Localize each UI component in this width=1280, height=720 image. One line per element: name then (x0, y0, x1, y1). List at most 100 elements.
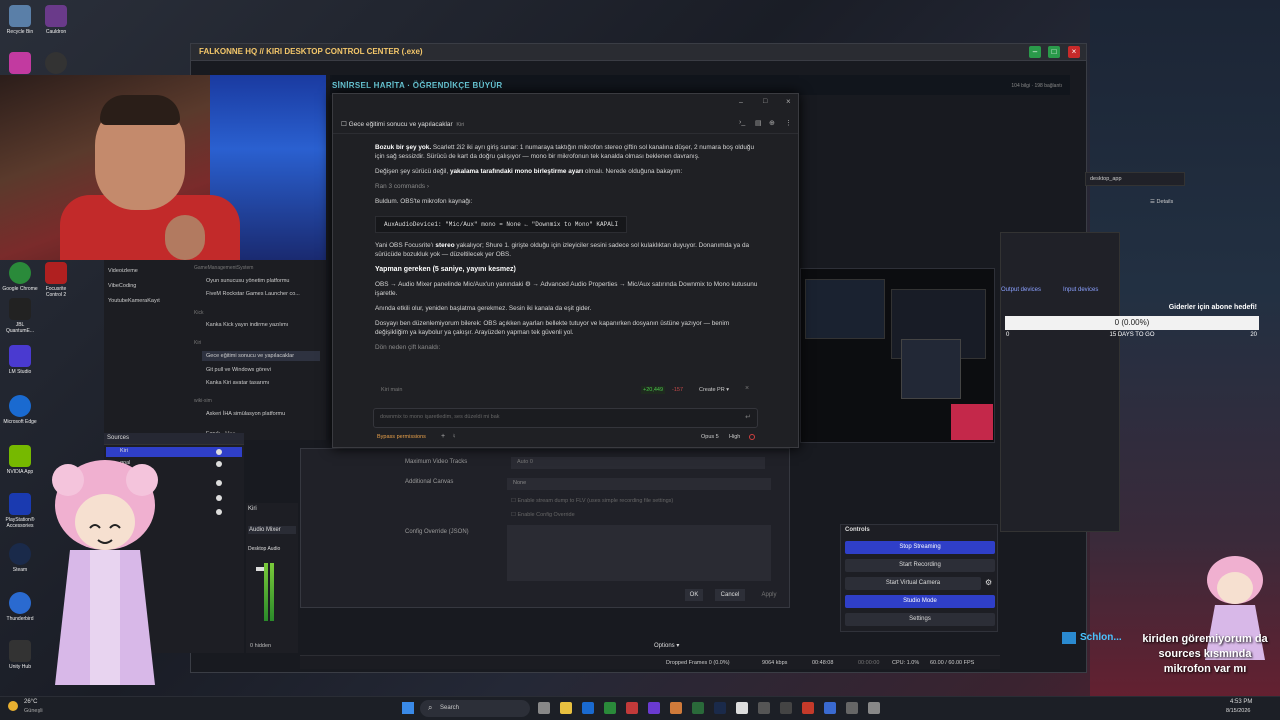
globe-icon[interactable]: ⊕ (769, 119, 775, 127)
visibility-eye-icon[interactable] (216, 461, 222, 467)
desktop-icon-unity[interactable]: Unity Hub (2, 640, 38, 670)
start-recording-button[interactable]: Start Recording (845, 559, 995, 572)
virtual-camera-gear-icon[interactable]: ⚙ (985, 578, 992, 587)
chat-input[interactable]: downmix to mono işaretledim, ses düzeldi… (373, 408, 758, 428)
thread-iha[interactable]: Askeri İHA simülasyon platformu (206, 411, 285, 417)
additional-canvas-select[interactable]: None (507, 478, 771, 490)
thread-kick-indirme[interactable]: Kanka Kick yayın indirme yazılımı (206, 322, 288, 328)
steam-taskbar-icon[interactable] (714, 702, 726, 714)
app-taskbar-icon[interactable] (868, 702, 880, 714)
desktop-icon-obs[interactable] (38, 52, 74, 76)
app-taskbar-icon[interactable] (736, 702, 748, 714)
chrome-taskbar-icon[interactable] (604, 702, 616, 714)
mic-icon[interactable]: ♮ (453, 433, 455, 440)
apply-button[interactable]: Apply (755, 589, 783, 601)
task-view-icon[interactable] (538, 702, 550, 714)
record-icon[interactable] (749, 434, 755, 440)
model-select[interactable]: Opus 5 (701, 434, 719, 440)
visibility-eye-icon[interactable] (216, 480, 222, 486)
minimize-button[interactable]: – (1029, 46, 1041, 58)
desktop-icon-edge[interactable]: Microsoft Edge (2, 395, 38, 425)
settings-button[interactable]: Settings (845, 613, 995, 626)
maximize-button[interactable]: □ (1048, 46, 1060, 58)
tab-output-devices[interactable]: Output devices (1001, 287, 1041, 293)
close-icon[interactable]: × (786, 97, 791, 106)
weather-icon[interactable] (8, 701, 18, 711)
create-pr-button[interactable]: Create PR ▾ (697, 386, 731, 394)
more-icon[interactable]: ⋮ (785, 119, 792, 127)
tab-input-devices[interactable]: Input devices (1063, 287, 1098, 293)
desktop-icon-cauldron[interactable]: Cauldron (38, 5, 74, 35)
visibility-eye-icon[interactable] (216, 449, 222, 455)
start-virtual-camera-button[interactable]: Start Virtual Camera (845, 577, 981, 590)
terminal-icon[interactable]: ›_ (739, 119, 745, 126)
desktop-icon-steam[interactable]: Steam (2, 543, 38, 573)
app-taskbar-icon[interactable] (758, 702, 770, 714)
volume-slider[interactable] (256, 567, 264, 571)
desktop-icon-jbl[interactable]: JBL QuantumE... (2, 298, 38, 334)
config-override-textarea[interactable] (507, 525, 771, 581)
app-taskbar-icon[interactable] (626, 702, 638, 714)
thread-kiri-avatar[interactable]: Kanka Kiri avatar tasarımı (206, 380, 269, 386)
studio-mode-button[interactable]: Studio Mode (845, 595, 995, 608)
app-taskbar-icon[interactable] (802, 702, 814, 714)
taskbar-search[interactable]: ⌕ Search (420, 700, 530, 717)
thread-gece-egitimi[interactable]: Gece eğitimi sonucu ve yapılacaklar (202, 351, 320, 361)
desktop-icon-lmstudio[interactable]: LM Studio (2, 345, 38, 375)
ran-commands-toggle[interactable]: Ran 3 commands › (375, 182, 758, 191)
bypass-permissions[interactable]: Bypass permissions (377, 434, 426, 440)
desktop-icon-thunderbird[interactable]: Thunderbird (2, 592, 38, 622)
obs-taskbar-icon[interactable] (780, 702, 792, 714)
audio-search-input[interactable]: desktop_app (1085, 172, 1185, 186)
app-taskbar-icon[interactable] (846, 702, 858, 714)
ok-button[interactable]: OK (685, 589, 703, 601)
desktop-icon-app[interactable] (2, 52, 38, 76)
checkbox-config-override[interactable]: ☐ Enable Config Override (511, 512, 575, 518)
details-button[interactable]: ☰ Details (1150, 199, 1173, 205)
stop-streaming-button[interactable]: Stop Streaming (845, 541, 995, 554)
clock-date[interactable]: 8/15/2026 (1226, 708, 1250, 714)
cancel-button[interactable]: Cancel (715, 589, 745, 601)
claude-taskbar-icon[interactable] (670, 702, 682, 714)
group-wiki-sim[interactable]: wiki-sim (194, 398, 212, 404)
clock-time[interactable]: 4:53 PM (1230, 699, 1252, 705)
thread-fivem[interactable]: FiveM Rockstar Games Launcher co... (206, 291, 300, 297)
app-taskbar-icon[interactable] (824, 702, 836, 714)
desktop-icon-recycle-bin[interactable]: Recycle Bin (2, 5, 38, 35)
obs-controls-panel: Controls Stop Streaming Start Recording … (840, 524, 998, 632)
collapsed-section[interactable]: Dön neden çift kanaldı: (375, 343, 758, 352)
visibility-eye-icon[interactable] (216, 509, 222, 515)
thread-oyun-sunucusu[interactable]: Oyun sunucusu yönetim platformu (206, 278, 289, 284)
checkbox-stream-dump[interactable]: ☐ Enable stream dump to FLV (uses simple… (511, 498, 673, 504)
maximize-icon[interactable]: □ (763, 98, 767, 105)
app-taskbar-icon[interactable] (692, 702, 704, 714)
visibility-eye-icon[interactable] (216, 495, 222, 501)
group-kick[interactable]: Kick (194, 310, 203, 316)
mixer-device[interactable]: Desktop Audio (248, 546, 280, 552)
video-tracks-field[interactable]: Auto 0 (511, 457, 765, 469)
minimize-icon[interactable]: – (739, 99, 743, 106)
desktop-icon-playstation[interactable]: PlayStation® Accessories (2, 493, 38, 529)
sidebar-item-videoizleme[interactable]: Videoizleme (108, 268, 138, 274)
panel-icon[interactable]: ▤ (755, 119, 762, 127)
close-branch-icon[interactable]: × (745, 385, 749, 392)
options-button[interactable]: Options ▾ (654, 642, 679, 649)
desktop-icon-chrome[interactable]: Google Chrome (2, 262, 38, 292)
sources-title: Sources (107, 435, 130, 441)
send-icon[interactable]: ↵ (745, 413, 751, 421)
desktop-icon-nvidia[interactable]: NVIDIA App (2, 445, 38, 475)
sidebar-item-vibecoding[interactable]: VibeCoding (108, 283, 136, 289)
file-explorer-icon[interactable] (560, 702, 572, 714)
obs-audio-mixer: Kiri Audio Mixer Desktop Audio 0 hidden (246, 503, 298, 653)
add-icon[interactable]: + (441, 433, 445, 440)
group-gamemanagement[interactable]: GameManagementSystem (194, 265, 253, 271)
windows-start-icon[interactable] (402, 702, 414, 714)
close-button[interactable]: × (1068, 46, 1080, 58)
sidebar-item-youtube[interactable]: YoutubeKameraKayıt (108, 298, 160, 304)
edge-taskbar-icon[interactable] (582, 702, 594, 714)
discord-taskbar-icon[interactable] (648, 702, 660, 714)
effort-select[interactable]: High (729, 434, 740, 440)
desktop-icon-focusrite[interactable]: Focusrite Control 2 (38, 262, 74, 298)
group-kiri[interactable]: Kiri (194, 340, 201, 346)
thread-git-pull[interactable]: Git pull ve Windows görevi (206, 367, 271, 373)
